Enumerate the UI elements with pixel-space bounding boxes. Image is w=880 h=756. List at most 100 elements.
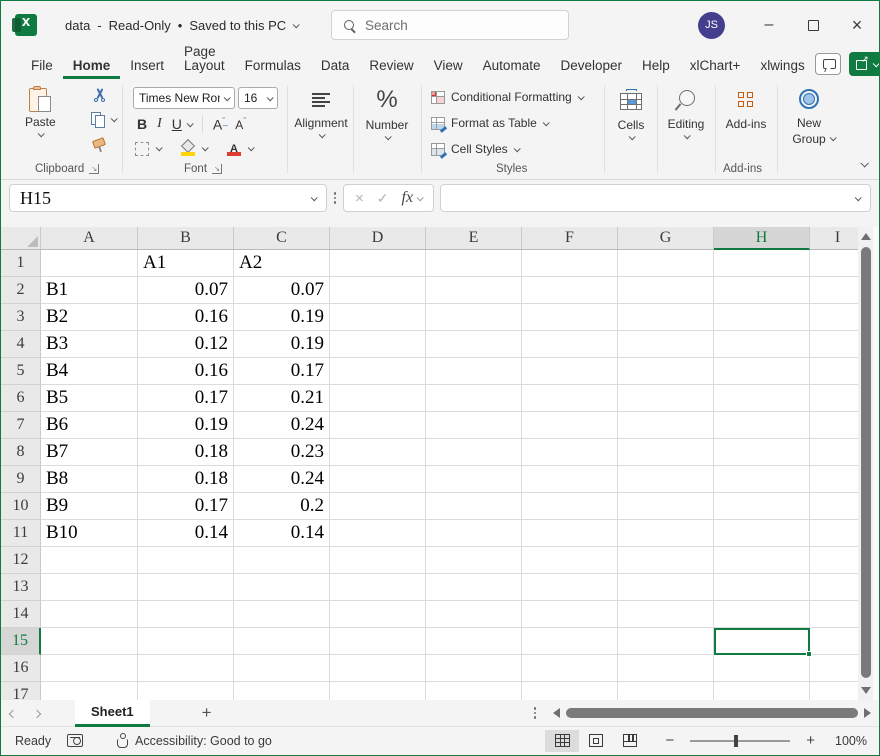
addins-button[interactable]: Add-ins bbox=[719, 92, 773, 131]
cell-E1[interactable] bbox=[426, 250, 522, 277]
conditional-formatting-button[interactable]: Conditional Formatting bbox=[431, 90, 583, 104]
cell-B14[interactable] bbox=[138, 601, 234, 628]
cell-B11[interactable]: 0.14 bbox=[138, 520, 234, 547]
row-header-11[interactable]: 11 bbox=[1, 520, 41, 547]
minimize-button[interactable]: – bbox=[747, 1, 791, 49]
cell-A16[interactable] bbox=[41, 655, 138, 682]
cell-H16[interactable] bbox=[714, 655, 810, 682]
cell-G10[interactable] bbox=[618, 493, 714, 520]
cell-D15[interactable] bbox=[330, 628, 426, 655]
cell-B9[interactable]: 0.18 bbox=[138, 466, 234, 493]
cell-D11[interactable] bbox=[330, 520, 426, 547]
cell-B10[interactable]: 0.17 bbox=[138, 493, 234, 520]
cell-H8[interactable] bbox=[714, 439, 810, 466]
ribbon-tab-review[interactable]: Review bbox=[359, 59, 423, 80]
vertical-scrollbar[interactable] bbox=[858, 227, 873, 700]
ribbon-tab-view[interactable]: View bbox=[424, 59, 473, 80]
cell-D2[interactable] bbox=[330, 277, 426, 304]
cell-D5[interactable] bbox=[330, 358, 426, 385]
ribbon-tab-insert[interactable]: Insert bbox=[120, 59, 174, 80]
cell-F13[interactable] bbox=[522, 574, 618, 601]
cell-G1[interactable] bbox=[618, 250, 714, 277]
cell-F15[interactable] bbox=[522, 628, 618, 655]
cell-B5[interactable]: 0.16 bbox=[138, 358, 234, 385]
cell-D10[interactable] bbox=[330, 493, 426, 520]
cell-D7[interactable] bbox=[330, 412, 426, 439]
comments-button[interactable] bbox=[815, 53, 841, 75]
accessibility-status[interactable]: Accessibility: Good to go bbox=[135, 734, 272, 748]
row-header-9[interactable]: 9 bbox=[1, 466, 41, 493]
cell-D12[interactable] bbox=[330, 547, 426, 574]
cell-D1[interactable] bbox=[330, 250, 426, 277]
cell-H7[interactable] bbox=[714, 412, 810, 439]
column-header-G[interactable]: G bbox=[618, 227, 714, 250]
cells-button[interactable]: Cells bbox=[609, 89, 653, 140]
row-header-2[interactable]: 2 bbox=[1, 277, 41, 304]
normal-view-button[interactable] bbox=[545, 730, 579, 752]
cell-H9[interactable] bbox=[714, 466, 810, 493]
cell-C10[interactable]: 0.2 bbox=[234, 493, 330, 520]
name-box-dropdown-icon[interactable] bbox=[311, 194, 318, 201]
cell-A13[interactable] bbox=[41, 574, 138, 601]
cell-G16[interactable] bbox=[618, 655, 714, 682]
cell-B15[interactable] bbox=[138, 628, 234, 655]
ribbon-tab-help[interactable]: Help bbox=[632, 59, 680, 80]
ribbon-tab-file[interactable]: File bbox=[21, 59, 63, 80]
ribbon-tab-home[interactable]: Home bbox=[63, 59, 121, 80]
zoom-in-button[interactable]: + bbox=[806, 732, 815, 749]
cell-A8[interactable]: B7 bbox=[41, 439, 138, 466]
row-header-3[interactable]: 3 bbox=[1, 304, 41, 331]
underline-dropdown-icon[interactable] bbox=[187, 120, 194, 127]
cell-H11[interactable] bbox=[714, 520, 810, 547]
row-header-7[interactable]: 7 bbox=[1, 412, 41, 439]
cell-D3[interactable] bbox=[330, 304, 426, 331]
cell-B7[interactable]: 0.19 bbox=[138, 412, 234, 439]
cell-D16[interactable] bbox=[330, 655, 426, 682]
cell-C15[interactable] bbox=[234, 628, 330, 655]
cell-E16[interactable] bbox=[426, 655, 522, 682]
cell-D9[interactable] bbox=[330, 466, 426, 493]
grow-font-button[interactable]: Aˇ̲ bbox=[213, 116, 225, 133]
cell-B17[interactable] bbox=[138, 682, 234, 700]
vertical-scroll-thumb[interactable] bbox=[861, 247, 871, 678]
saved-location-label[interactable]: Saved to this PC bbox=[189, 18, 286, 33]
cell-C12[interactable] bbox=[234, 547, 330, 574]
cell-B2[interactable]: 0.07 bbox=[138, 277, 234, 304]
macro-record-icon[interactable] bbox=[67, 734, 83, 747]
cell-F1[interactable] bbox=[522, 250, 618, 277]
cell-F9[interactable] bbox=[522, 466, 618, 493]
cell-C13[interactable] bbox=[234, 574, 330, 601]
cell-F7[interactable] bbox=[522, 412, 618, 439]
ribbon-tab-xlchart-[interactable]: xlChart+ bbox=[680, 59, 751, 80]
cell-D4[interactable] bbox=[330, 331, 426, 358]
horizontal-scrollbar[interactable] bbox=[553, 706, 871, 720]
alignment-button[interactable]: Alignment bbox=[295, 93, 347, 138]
cell-C17[interactable] bbox=[234, 682, 330, 700]
cell-F11[interactable] bbox=[522, 520, 618, 547]
row-header-12[interactable]: 12 bbox=[1, 547, 41, 574]
share-button[interactable] bbox=[849, 52, 880, 76]
cell-G5[interactable] bbox=[618, 358, 714, 385]
font-name-combo[interactable]: Times New Rom bbox=[133, 87, 235, 109]
cell-E9[interactable] bbox=[426, 466, 522, 493]
new-group-button[interactable]: New Group bbox=[783, 89, 835, 141]
cell-C7[interactable]: 0.24 bbox=[234, 412, 330, 439]
zoom-level[interactable]: 100% bbox=[825, 734, 867, 748]
cell-A3[interactable]: B2 bbox=[41, 304, 138, 331]
add-sheet-button[interactable]: + bbox=[202, 703, 212, 723]
paste-dropdown-icon[interactable] bbox=[38, 130, 45, 137]
ribbon-collapse-icon[interactable] bbox=[860, 159, 868, 167]
column-header-H[interactable]: H bbox=[714, 227, 810, 250]
zoom-slider[interactable] bbox=[690, 740, 790, 742]
zoom-out-button[interactable]: − bbox=[665, 732, 674, 749]
scroll-down-icon[interactable] bbox=[861, 687, 871, 694]
cell-G13[interactable] bbox=[618, 574, 714, 601]
formula-expand-icon[interactable] bbox=[855, 194, 862, 201]
cell-H12[interactable] bbox=[714, 547, 810, 574]
cell-A5[interactable]: B4 bbox=[41, 358, 138, 385]
cell-B8[interactable]: 0.18 bbox=[138, 439, 234, 466]
row-header-4[interactable]: 4 bbox=[1, 331, 41, 358]
cell-A6[interactable]: B5 bbox=[41, 385, 138, 412]
cell-H5[interactable] bbox=[714, 358, 810, 385]
cell-C16[interactable] bbox=[234, 655, 330, 682]
